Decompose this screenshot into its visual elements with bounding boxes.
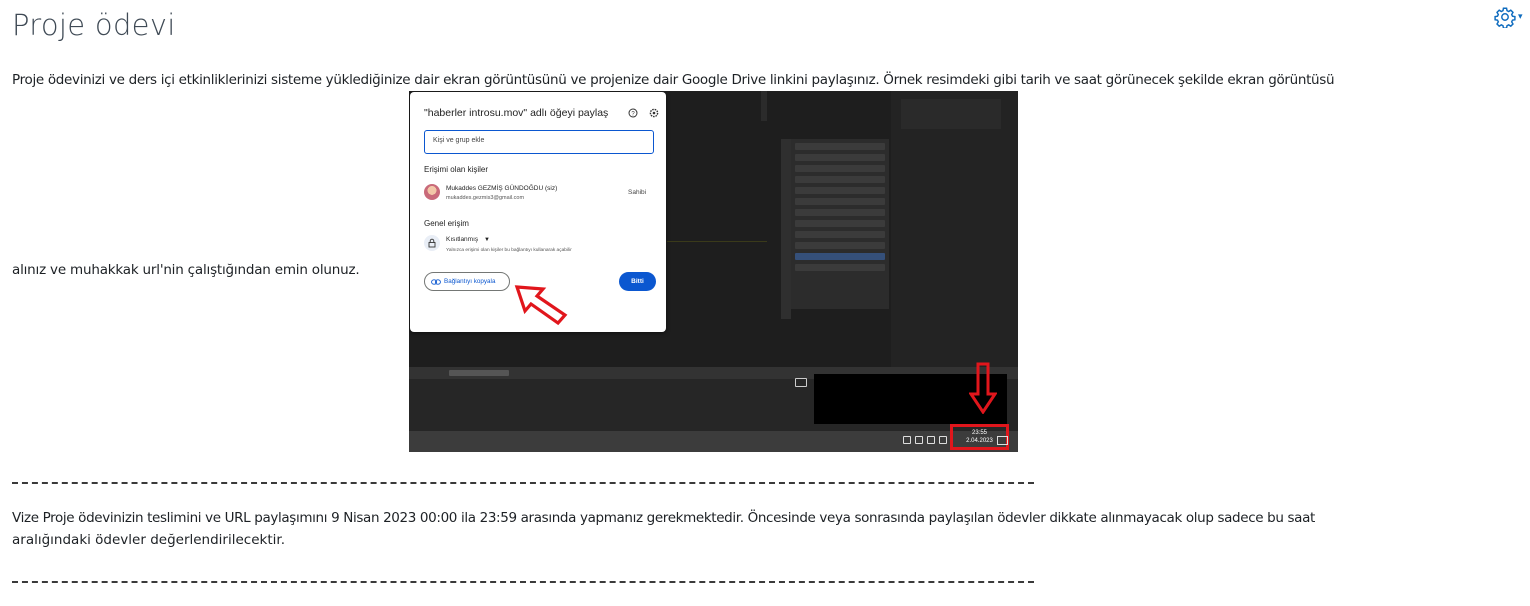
clock-date: 2.04.2023 bbox=[966, 438, 993, 444]
instruction-paragraph-line1: Proje ödevinizi ve ders içi etkinlikleri… bbox=[12, 72, 1335, 88]
clock-time: 23:55 bbox=[971, 430, 987, 436]
properties-panel bbox=[791, 139, 889, 309]
link-icon bbox=[431, 278, 441, 285]
access-description: Yalnızca erişimi olan kişiler bu bağlant… bbox=[446, 248, 572, 253]
dashed-divider bbox=[12, 482, 1034, 484]
tray-battery-icon bbox=[939, 436, 947, 444]
example-screenshot: 23:55 2.04.2023 "haberler introsu.mov" a… bbox=[409, 91, 1018, 452]
settings-icon[interactable] bbox=[649, 108, 659, 118]
properties-tool-column bbox=[781, 139, 791, 319]
viewport-grid-line bbox=[667, 241, 767, 242]
keyboard-icon bbox=[795, 378, 807, 387]
deadline-paragraph-line2: aralığındaki ödevler değerlendirilecekti… bbox=[12, 532, 285, 548]
red-arrow-pointer-icon bbox=[514, 285, 568, 326]
deadline-paragraph-line1: Vize Proje ödevinizin teslimini ve URL p… bbox=[12, 510, 1315, 526]
settings-menu-button[interactable]: ▾ bbox=[1494, 5, 1528, 29]
caret-down-icon: ▼ bbox=[483, 237, 490, 243]
tray-volume-icon bbox=[927, 436, 935, 444]
system-tray bbox=[903, 436, 951, 446]
copy-link-button[interactable]: Bağlantıyı kopyala bbox=[424, 272, 510, 291]
instruction-paragraph-line2: alınız ve muhakkak url'nin çalıştığından… bbox=[12, 262, 360, 278]
people-heading: Erişimi olan kişiler bbox=[424, 165, 489, 174]
user-name: Mukaddes GEZMİŞ GÜNDOĞDU (siz) bbox=[446, 185, 558, 192]
dashed-divider bbox=[12, 581, 1034, 583]
playback-controls bbox=[449, 370, 509, 376]
dialog-title: "haberler introsu.mov" adlı öğeyi paylaş bbox=[424, 107, 609, 119]
access-level-dropdown[interactable]: Kısıtlanmış ▼ bbox=[446, 236, 490, 243]
lock-icon bbox=[424, 235, 440, 251]
add-people-input[interactable]: Kişi ve grup ekle bbox=[424, 130, 654, 154]
tray-network-icon bbox=[915, 436, 923, 444]
user-role: Sahibi bbox=[628, 189, 647, 196]
notification-icon bbox=[997, 436, 1008, 445]
red-arrow-down-icon bbox=[969, 362, 997, 414]
gear-icon bbox=[1494, 7, 1516, 28]
done-button[interactable]: Bitti bbox=[619, 272, 656, 291]
general-access-heading: Genel erişim bbox=[424, 219, 469, 228]
user-email: mukaddes.gezmis3@gmail.com bbox=[446, 195, 525, 201]
chevron-down-icon: ▾ bbox=[1518, 12, 1523, 22]
avatar bbox=[424, 184, 440, 200]
right-editor-pane bbox=[891, 91, 1018, 367]
viewport-toolbar bbox=[761, 91, 767, 121]
page-title: Proje ödevi bbox=[12, 8, 176, 42]
access-level-label: Kısıtlanmış bbox=[446, 236, 479, 243]
copy-link-label: Bağlantıyı kopyala bbox=[444, 278, 496, 285]
help-icon[interactable]: ? bbox=[628, 108, 638, 118]
tray-chevron-icon bbox=[903, 436, 911, 444]
